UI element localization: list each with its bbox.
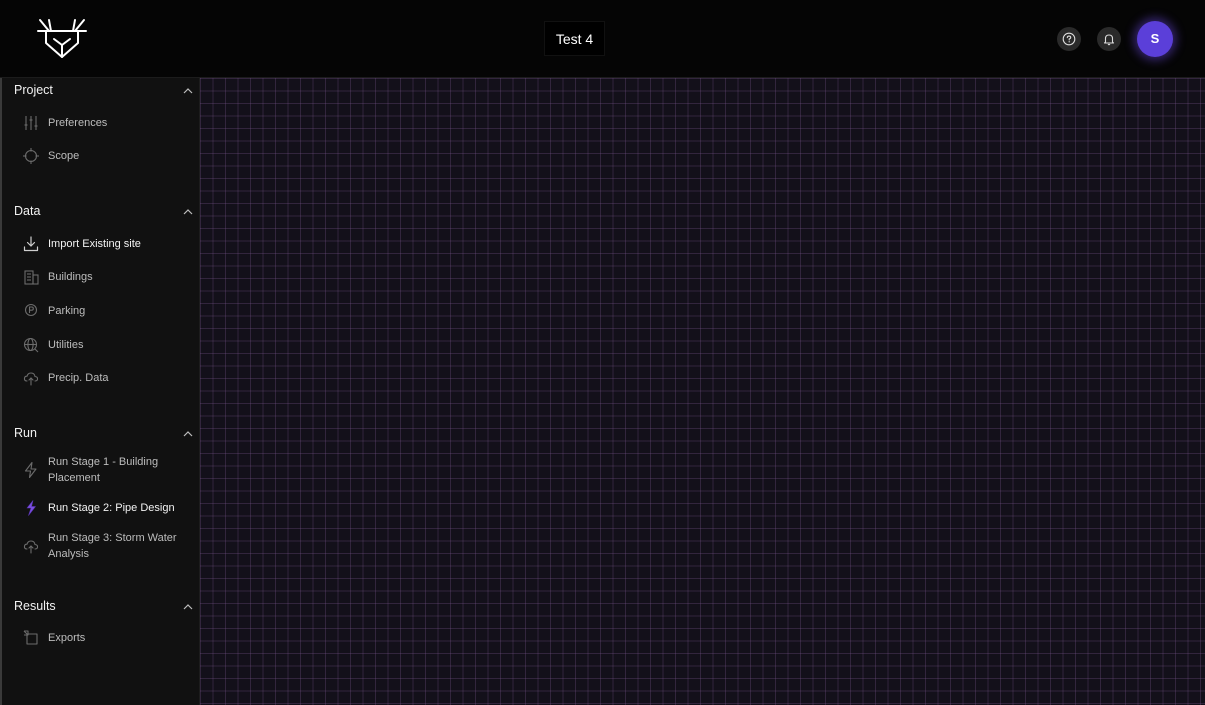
sidebar-item-label: Run Stage 1 - Building Placement	[48, 456, 159, 484]
sidebar-item-preferences[interactable]: Preferences	[22, 110, 198, 136]
project-title[interactable]: Test 4	[544, 21, 605, 56]
notifications-button[interactable]	[1097, 27, 1121, 51]
help-circle-icon	[1062, 32, 1076, 46]
chevron-up-icon	[183, 431, 193, 437]
sidebar-item-label: Scope	[48, 150, 80, 162]
section-title: Data	[14, 204, 41, 218]
sidebar-item-label: Preferences	[48, 117, 108, 129]
sidebar-item-label: Utilities	[48, 339, 84, 351]
sidebar-item-label: Run Stage 3: Storm Water Analysis	[48, 532, 177, 560]
sidebar: Project Preferences Scope Data Import Ex…	[0, 78, 200, 705]
globe-icon	[23, 337, 39, 353]
sidebar-item-utilities[interactable]: Utilities	[22, 332, 198, 358]
map-canvas-grid[interactable]	[200, 78, 1205, 705]
section-title: Results	[14, 599, 56, 613]
sliders-icon	[24, 116, 38, 130]
download-icon	[23, 236, 39, 252]
sidebar-item-exports[interactable]: Exports	[22, 625, 198, 651]
section-header-results[interactable]: Results	[14, 599, 194, 619]
parking-icon	[24, 303, 38, 317]
help-button[interactable]	[1057, 27, 1081, 51]
section-title: Run	[14, 426, 37, 440]
sidebar-item-label: Exports	[48, 632, 86, 644]
building-icon	[24, 270, 39, 285]
deer-antler-logo-icon[interactable]	[36, 18, 88, 60]
sidebar-item-label: Import Existing site	[48, 238, 141, 250]
chevron-up-icon	[183, 604, 193, 610]
lightning-icon	[24, 461, 37, 479]
sidebar-item-label: Parking	[48, 305, 86, 317]
sidebar-item-label: Precip. Data	[48, 372, 109, 384]
cloud-upload-icon	[23, 372, 39, 386]
user-avatar[interactable]: S	[1137, 21, 1173, 57]
top-header: Test 4 S	[0, 0, 1205, 78]
sidebar-item-scope[interactable]: Scope	[22, 143, 198, 169]
sidebar-item-buildings[interactable]: Buildings	[22, 264, 198, 290]
lightning-filled-icon	[26, 500, 36, 516]
sidebar-item-label: Run Stage 2: Pipe Design	[48, 502, 175, 514]
sidebar-item-label: Buildings	[48, 271, 93, 283]
section-title: Project	[14, 83, 53, 97]
sidebar-item-import-existing-site[interactable]: Import Existing site	[22, 231, 198, 257]
chevron-up-icon	[183, 88, 193, 94]
sidebar-item-parking[interactable]: Parking	[22, 298, 198, 324]
sidebar-item-run-stage-1[interactable]: Run Stage 1 - Building Placement	[22, 454, 198, 488]
section-header-run[interactable]: Run	[14, 426, 194, 446]
crosshair-icon	[23, 148, 39, 164]
section-header-project[interactable]: Project	[14, 83, 194, 103]
chevron-up-icon	[183, 209, 193, 215]
bell-icon	[1103, 34, 1115, 46]
sidebar-item-precip-data[interactable]: Precip. Data	[22, 365, 198, 391]
section-header-data[interactable]: Data	[14, 204, 194, 224]
cloud-upload-icon	[23, 540, 39, 554]
export-icon	[23, 630, 38, 645]
sidebar-item-run-stage-3[interactable]: Run Stage 3: Storm Water Analysis	[22, 530, 198, 564]
sidebar-item-run-stage-2[interactable]: Run Stage 2: Pipe Design	[22, 495, 198, 521]
